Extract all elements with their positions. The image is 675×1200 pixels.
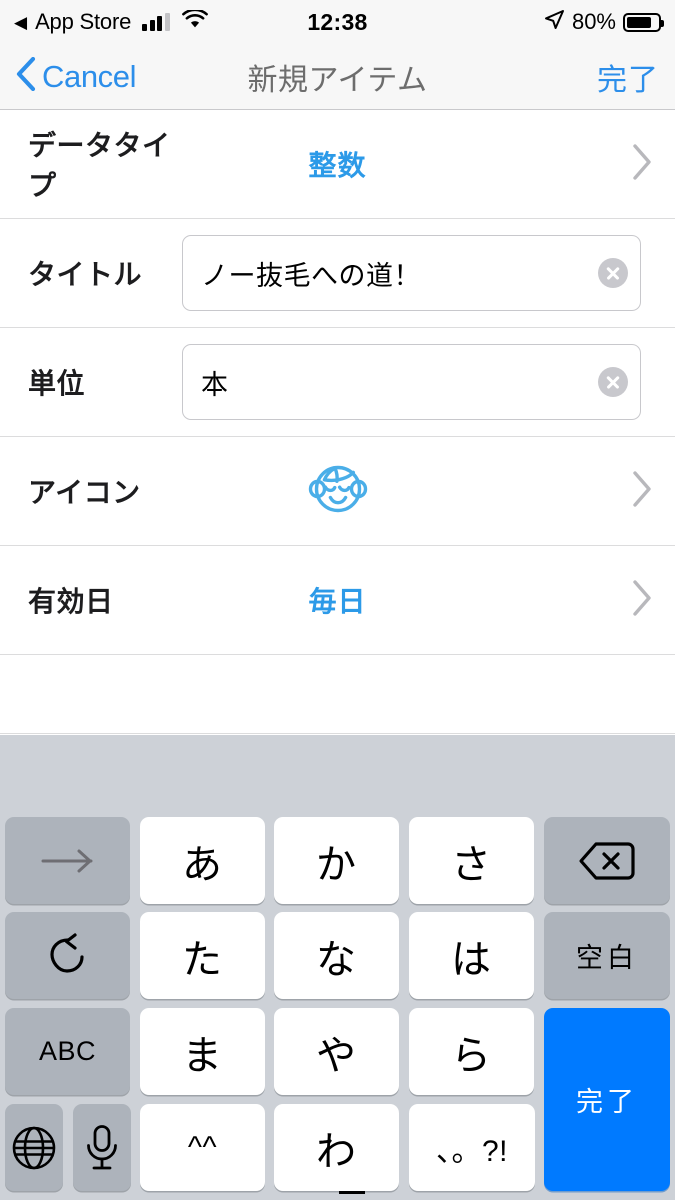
status-bar: ◀ App Store 12:38 80% xyxy=(0,0,675,44)
battery-icon xyxy=(623,12,664,32)
key-kana-ya[interactable]: や xyxy=(274,1008,399,1095)
key-label-abc: ABC xyxy=(38,1036,97,1066)
delete-backward-icon xyxy=(578,840,636,882)
software-keyboard: あ か さた な は 空白 ABC ま や ら完了 ^^ わ 、。?! xyxy=(0,735,675,1200)
key-label-kana-na: な xyxy=(316,937,357,982)
key-delete[interactable] xyxy=(544,817,670,904)
key-kana-ra[interactable]: ら xyxy=(409,1008,534,1095)
battery-percent-label: 80% xyxy=(571,9,616,34)
microphone-icon xyxy=(85,1124,119,1172)
clear-circle-icon[interactable] xyxy=(598,367,628,397)
chevron-left-icon xyxy=(16,56,36,96)
key-label-emoticon: ^^ xyxy=(187,1130,218,1164)
status-bar-right: 80% xyxy=(544,9,664,36)
key-label-kana-ha: は xyxy=(451,937,492,982)
form-row-icon[interactable]: アイコン xyxy=(0,437,675,546)
key-label-kana-a: あ xyxy=(182,842,223,887)
form-row-data-type[interactable]: データタイプ 整数 xyxy=(0,110,675,219)
key-kana-sa[interactable]: さ xyxy=(409,817,534,904)
key-kana-ha[interactable]: は xyxy=(409,912,534,999)
key-kana-ta[interactable]: た xyxy=(140,912,265,999)
underscore-mark xyxy=(338,1190,365,1194)
key-label-kana-ta: た xyxy=(182,937,223,982)
cancel-label: Cancel xyxy=(42,58,137,94)
key-label-kana-ya: や xyxy=(316,1033,357,1078)
form-row-title: タイトル ノー抜毛への道！ xyxy=(0,219,675,328)
chevron-right-icon[interactable] xyxy=(631,143,653,186)
key-punctuation[interactable]: 、。?! xyxy=(409,1104,535,1191)
key-label-kana-wa: わ xyxy=(316,1119,365,1194)
form-empty-space xyxy=(0,655,675,734)
status-bar-left: ◀ App Store xyxy=(14,8,208,35)
key-kana-ma[interactable]: ま xyxy=(140,1008,265,1095)
title-input[interactable]: ノー抜毛への道！ xyxy=(182,235,641,311)
chevron-right-icon[interactable] xyxy=(631,579,653,622)
key-space[interactable]: 空白 xyxy=(544,912,670,999)
unit-input-value: 本 xyxy=(201,369,229,400)
key-kana-na[interactable]: な xyxy=(274,912,399,999)
key-label-return-done: 完了 xyxy=(576,1087,638,1117)
key-kana-ka[interactable]: か xyxy=(274,817,399,904)
key-return-done[interactable]: 完了 xyxy=(544,1008,670,1191)
key-abc[interactable]: ABC xyxy=(5,1008,130,1095)
row-label-title: タイトル xyxy=(28,259,143,290)
row-label-icon: アイコン xyxy=(28,477,141,508)
form-row-unit: 単位 本 xyxy=(0,328,675,437)
key-next-candidate[interactable] xyxy=(5,817,130,904)
key-kana-wa[interactable]: わ xyxy=(274,1104,399,1194)
row-label-valid-days: 有効日 xyxy=(28,586,114,617)
key-label-kana-ra: ら xyxy=(451,1033,492,1078)
globe-icon xyxy=(11,1125,57,1171)
navigation-bar: Cancel 新規アイテム 完了 xyxy=(0,44,675,110)
clear-circle-icon[interactable] xyxy=(598,258,628,288)
key-globe[interactable] xyxy=(5,1104,63,1191)
key-dictation[interactable] xyxy=(73,1104,131,1191)
key-label-kana-ma: ま xyxy=(182,1033,223,1078)
key-undo[interactable] xyxy=(5,912,130,999)
key-label-space: 空白 xyxy=(576,943,638,973)
key-label-kana-ka: か xyxy=(316,842,357,887)
back-to-app-arrow-icon[interactable]: ◀ xyxy=(14,14,27,31)
form-area: データタイプ 整数 タイトル ノー抜毛への道！ 単位 本 アイコン 有効日 毎日 xyxy=(0,110,675,734)
row-label-data-type: データタイプ xyxy=(28,130,171,201)
undo-arrow-icon xyxy=(46,932,90,979)
arrow-right-icon xyxy=(39,848,97,874)
key-label-kana-sa: さ xyxy=(451,842,492,887)
title-input-value: ノー抜毛への道！ xyxy=(201,260,421,291)
baby-face-icon xyxy=(304,458,372,525)
unit-input[interactable]: 本 xyxy=(182,344,641,420)
done-button[interactable]: 完了 xyxy=(597,55,659,99)
form-row-valid-days[interactable]: 有効日 毎日 xyxy=(0,546,675,655)
chevron-right-icon[interactable] xyxy=(631,470,653,513)
key-kana-a[interactable]: あ xyxy=(140,817,265,904)
key-label-punctuation: 、。?! xyxy=(435,1134,509,1168)
key-emoticon[interactable]: ^^ xyxy=(140,1104,265,1191)
row-label-unit: 単位 xyxy=(28,368,86,399)
cellular-signal-icon xyxy=(142,13,170,31)
location-arrow-icon xyxy=(544,9,565,36)
wifi-icon xyxy=(181,8,208,35)
carrier-label[interactable]: App Store xyxy=(35,9,131,35)
cancel-button[interactable]: Cancel xyxy=(16,56,137,96)
